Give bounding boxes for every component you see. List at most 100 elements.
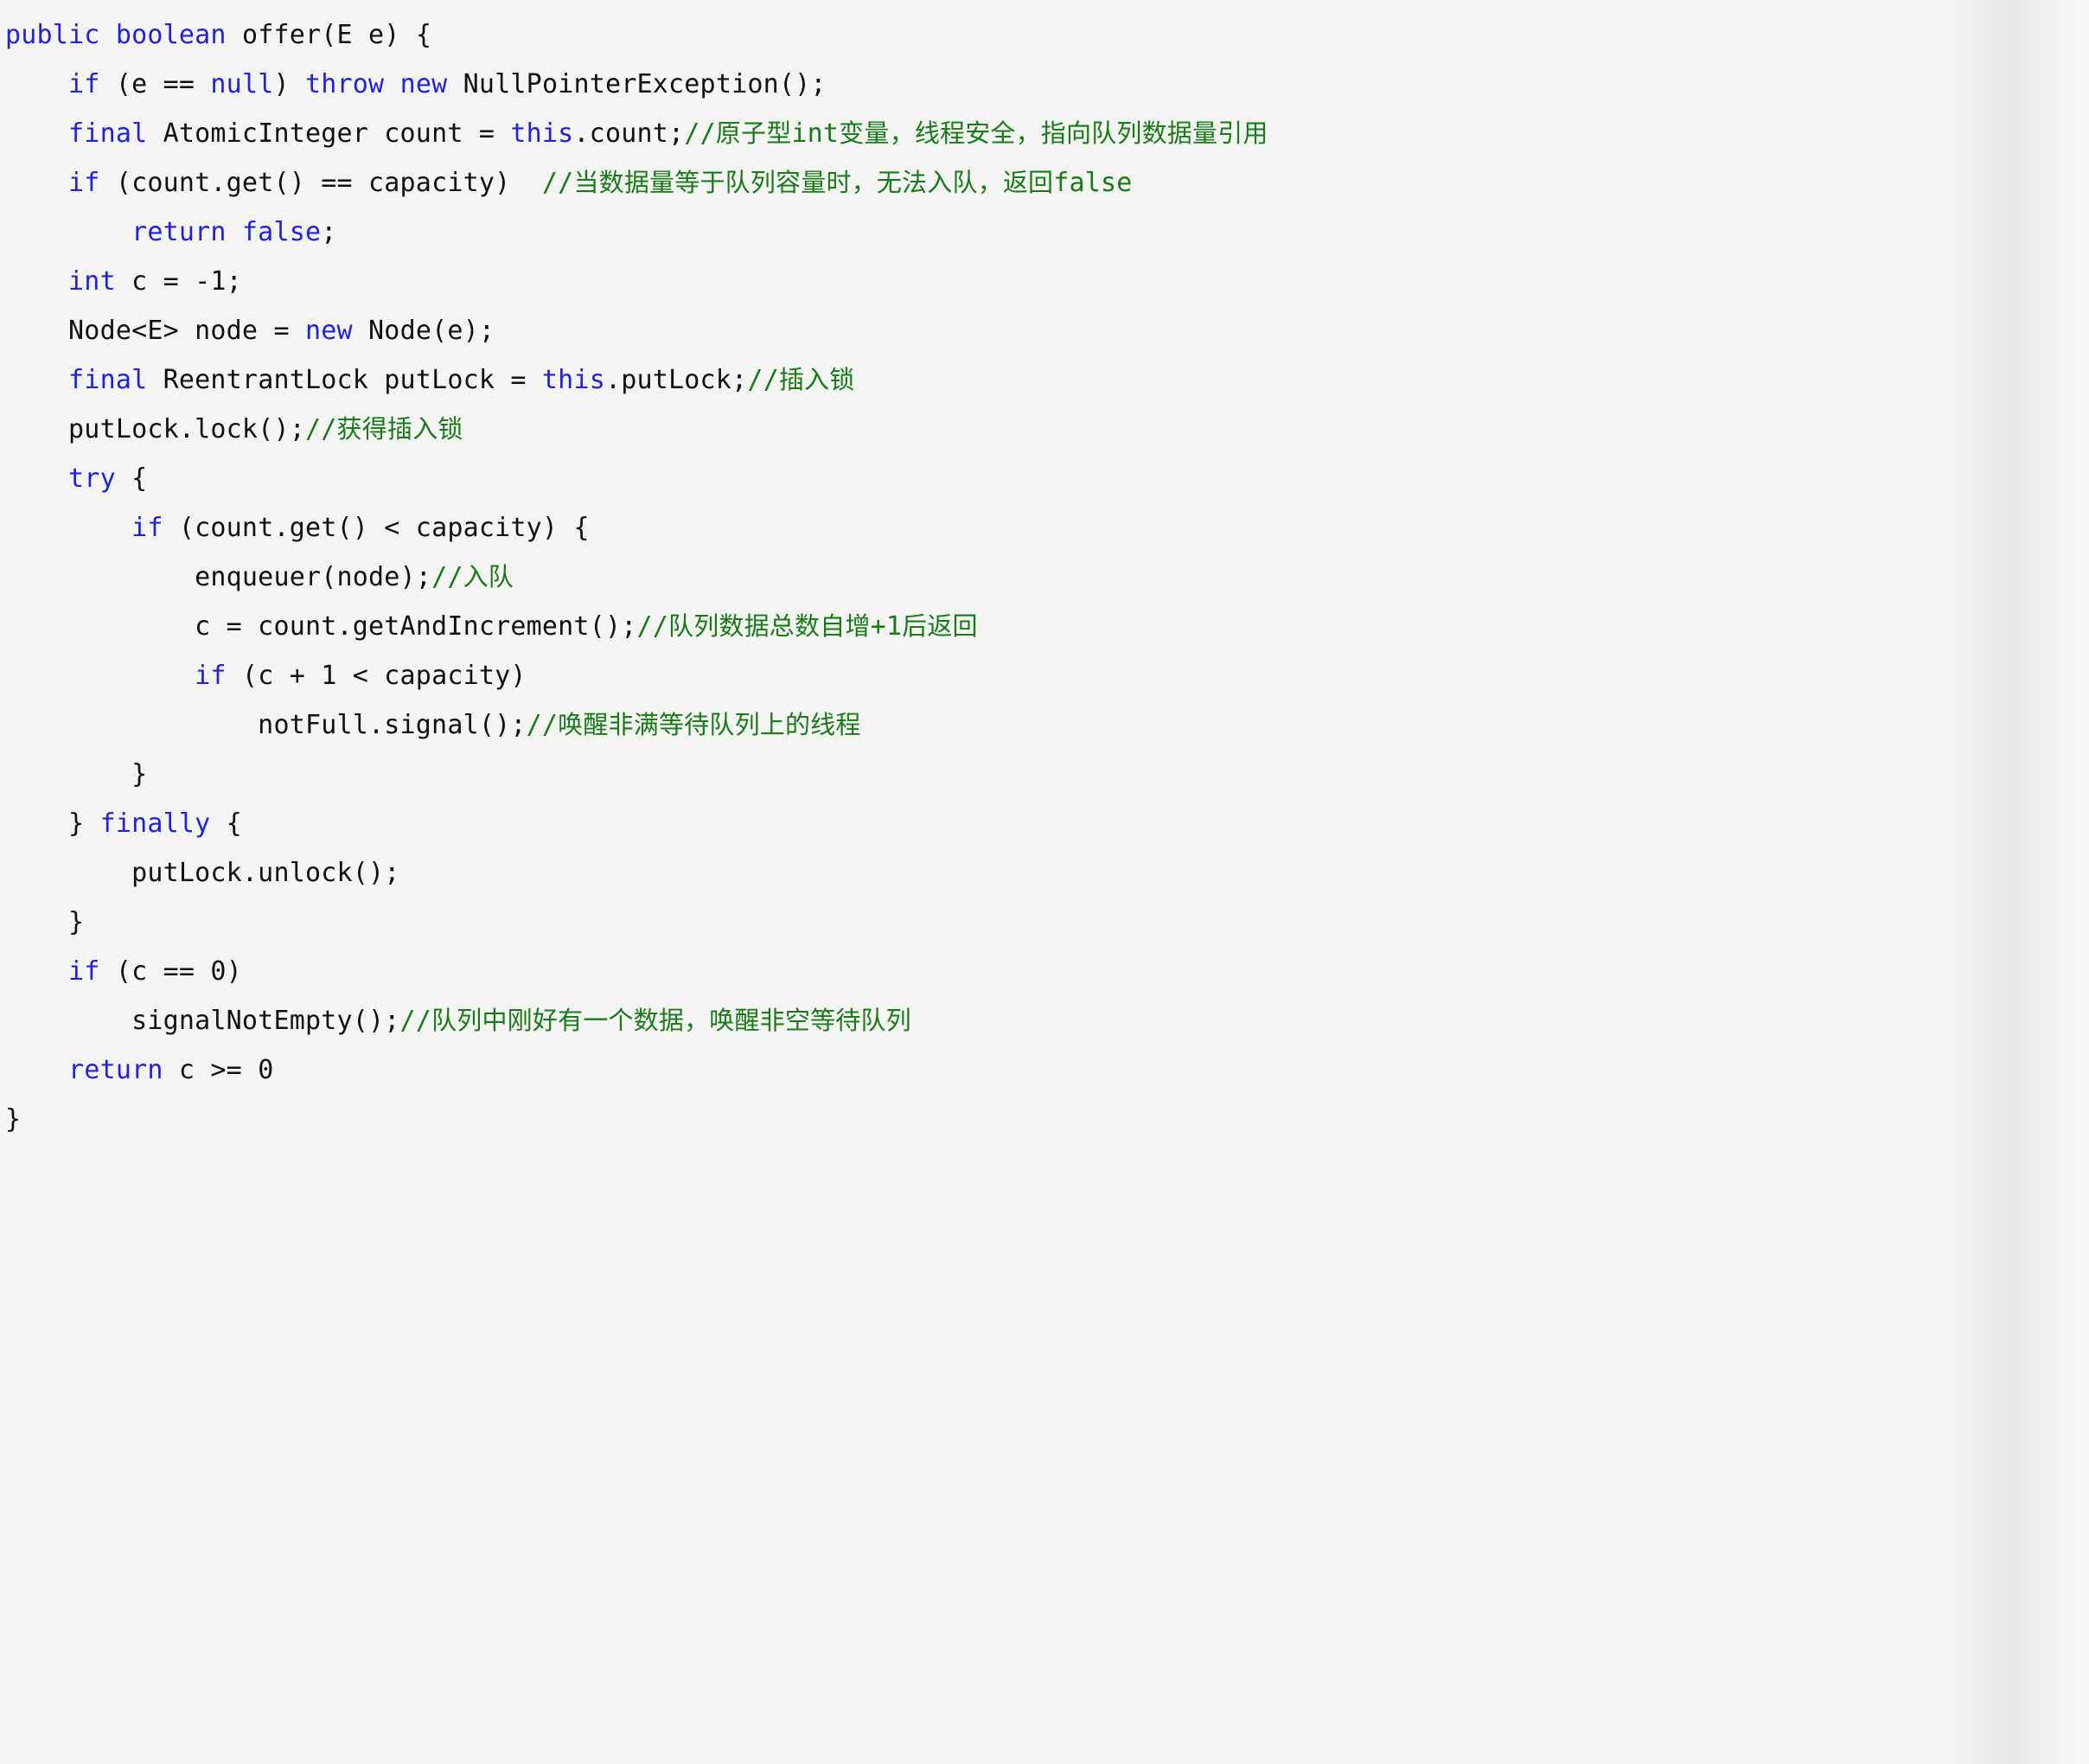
code-token-id xyxy=(100,20,116,50)
code-line: if (c + 1 < capacity) xyxy=(0,651,2089,700)
code-line: putLock.unlock(); xyxy=(0,848,2089,898)
code-token-cmt-mono: // xyxy=(541,168,574,198)
code-token-kw: this xyxy=(510,118,574,149)
code-line: putLock.lock();//获得插入锁 xyxy=(0,405,2089,454)
code-token-kw: boolean xyxy=(115,20,227,50)
code-token-id: c = -1; xyxy=(115,266,242,297)
code-token-id: signalNotEmpty(); xyxy=(5,1006,400,1036)
code-token-cmt: 原子型 xyxy=(715,118,792,148)
code-token-id xyxy=(5,217,131,247)
code-token-id xyxy=(5,365,68,395)
code-token-id xyxy=(5,118,68,149)
code-token-id: ; xyxy=(321,217,337,247)
code-token-id: putLock.unlock(); xyxy=(5,858,400,888)
code-token-kw: if xyxy=(131,513,163,543)
code-token-id: offer(E e) { xyxy=(226,20,432,50)
code-token-cmt: 入队 xyxy=(463,562,514,591)
code-token-id xyxy=(5,513,131,543)
code-token-id xyxy=(384,69,399,99)
code-token-id: c = count.getAndIncrement(); xyxy=(5,611,637,642)
code-token-kw: this xyxy=(541,365,605,395)
code-token-id: ReentrantLock putLock = xyxy=(147,365,542,395)
code-token-id: notFull.signal(); xyxy=(5,710,527,740)
code-token-id: AtomicInteger count = xyxy=(147,118,511,149)
code-line: int c = -1; xyxy=(0,257,2089,306)
code-token-id: { xyxy=(210,808,242,839)
code-token-id: } xyxy=(5,1104,22,1134)
code-token-kw: public xyxy=(5,20,100,50)
code-token-id: } xyxy=(5,808,100,839)
code-block: public boolean offer(E e) { if (e == nul… xyxy=(0,0,2089,1144)
code-token-id: .count; xyxy=(573,118,685,149)
code-token-id xyxy=(5,463,68,494)
code-line: final AtomicInteger count = this.count;/… xyxy=(0,109,2089,158)
code-token-kw: if xyxy=(195,661,227,691)
code-token-id: enqueuer(node); xyxy=(5,562,432,592)
code-line: notFull.signal();//唤醒非满等待队列上的线程 xyxy=(0,700,2089,750)
code-token-id xyxy=(5,69,68,99)
code-token-id: (c == 0) xyxy=(99,956,242,987)
code-line: public boolean offer(E e) { xyxy=(0,10,2089,60)
code-token-id: c >= 0 xyxy=(163,1055,274,1085)
code-token-cmt-mono: // xyxy=(526,710,559,740)
code-line: } finally { xyxy=(0,799,2089,848)
code-line: c = count.getAndIncrement();//队列数据总数自增+1… xyxy=(0,602,2089,651)
code-token-cmt: 变量，线程安全，指向队列数据量引用 xyxy=(839,118,1268,148)
code-token-cmt-mono: int xyxy=(791,118,840,149)
code-token-id: .putLock; xyxy=(604,365,748,395)
code-token-cmt-mono: // xyxy=(684,118,716,149)
code-token-kw: int xyxy=(68,266,116,297)
code-token-cmt: 后返回 xyxy=(902,611,978,641)
code-snippet-page: public boolean offer(E e) { if (e == nul… xyxy=(0,0,2089,1764)
code-line: } xyxy=(0,898,2089,947)
code-token-cmt-mono: // xyxy=(399,1006,432,1036)
code-token-id: (c + 1 < capacity) xyxy=(226,661,527,691)
code-token-cmt-mono: // xyxy=(304,414,337,444)
code-line: return false; xyxy=(0,208,2089,257)
code-line: if (e == null) throw new NullPointerExce… xyxy=(0,60,2089,109)
code-token-id: Node<E> node = xyxy=(5,316,305,346)
code-token-kw: if xyxy=(68,956,100,987)
code-line: enqueuer(node);//入队 xyxy=(0,553,2089,602)
code-token-id: { xyxy=(115,463,148,494)
code-token-id xyxy=(5,168,68,198)
code-token-id: } xyxy=(5,759,148,789)
code-token-kw: return false xyxy=(131,217,322,247)
code-token-kw: if xyxy=(68,69,100,99)
code-line: signalNotEmpty();//队列中刚好有一个数据，唤醒非空等待队列 xyxy=(0,996,2089,1045)
code-token-kw: final xyxy=(68,365,148,395)
code-line: Node<E> node = new Node(e); xyxy=(0,306,2089,355)
code-token-id: NullPointerException(); xyxy=(447,69,827,99)
code-token-cmt: 队列数据总数自增 xyxy=(668,611,871,641)
code-line: } xyxy=(0,1095,2089,1144)
code-token-kw: return xyxy=(68,1055,163,1085)
code-token-id xyxy=(5,266,68,297)
code-line: return c >= 0 xyxy=(0,1045,2089,1095)
code-token-cmt-mono: // xyxy=(636,611,668,642)
code-line: try { xyxy=(0,454,2089,503)
code-token-id: } xyxy=(5,907,85,937)
code-token-id: putLock.lock(); xyxy=(5,414,305,444)
code-line: } xyxy=(0,750,2089,799)
code-token-id xyxy=(5,956,68,987)
code-token-kw: new xyxy=(304,316,353,346)
code-token-kw: throw xyxy=(305,69,385,99)
code-token-id xyxy=(5,661,195,691)
code-token-kw: null xyxy=(210,69,274,99)
code-token-cmt: 当数据量等于队列容量时，无法入队，返回 xyxy=(573,168,1054,197)
code-line: final ReentrantLock putLock = this.putLo… xyxy=(0,355,2089,405)
code-token-kw: if xyxy=(68,168,100,198)
code-line: if (count.get() < capacity) { xyxy=(0,503,2089,553)
code-token-cmt-mono: false xyxy=(1053,168,1133,198)
code-line: if (count.get() == capacity) //当数据量等于队列容… xyxy=(0,158,2089,208)
code-token-id: (count.get() == capacity) xyxy=(99,168,542,198)
code-line: if (c == 0) xyxy=(0,947,2089,996)
code-token-kw: final xyxy=(68,118,148,149)
code-token-cmt: 获得插入锁 xyxy=(336,414,463,444)
code-token-id: (count.get() < capacity) { xyxy=(163,513,590,543)
code-token-cmt: 唤醒非满等待队列上的线程 xyxy=(558,710,861,739)
code-token-cmt-mono: // xyxy=(747,365,779,395)
code-token-kw: finally xyxy=(99,808,211,839)
code-token-cmt: 队列中刚好有一个数据，唤醒非空等待队列 xyxy=(431,1006,911,1035)
code-token-cmt: 插入锁 xyxy=(778,365,855,394)
